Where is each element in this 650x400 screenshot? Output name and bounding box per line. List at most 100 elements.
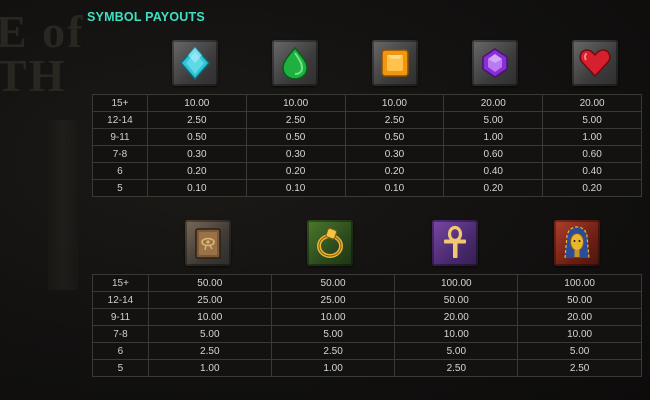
payout-cell: 1.00 bbox=[270, 359, 396, 377]
payout-cell: 0.50 bbox=[344, 128, 445, 146]
payout-table-artifacts: 15+ 50.00 50.00 100.00 100.00 12-14 25.0… bbox=[92, 274, 642, 377]
match-count-label: 7-8 bbox=[92, 325, 149, 343]
payout-cell: 50.00 bbox=[517, 291, 642, 309]
payout-cell: 0.60 bbox=[443, 145, 544, 163]
payout-cell: 5.00 bbox=[517, 342, 642, 360]
symbol-cell bbox=[172, 40, 220, 88]
symbol-cell bbox=[554, 220, 602, 268]
green-gem-icon bbox=[272, 40, 318, 86]
table-row: 5 0.10 0.10 0.10 0.20 0.20 bbox=[92, 179, 642, 197]
payout-cell: 0.10 bbox=[146, 179, 247, 197]
table-row: 7-8 0.30 0.30 0.30 0.60 0.60 bbox=[92, 145, 642, 163]
payout-cell: 10.00 bbox=[270, 308, 396, 326]
payout-cell: 2.50 bbox=[394, 359, 519, 377]
payout-cell: 2.50 bbox=[245, 111, 346, 129]
payout-cell: 0.50 bbox=[146, 128, 247, 146]
payout-cell: 2.50 bbox=[344, 111, 445, 129]
payout-cell: 0.50 bbox=[245, 128, 346, 146]
background-text-line: E of bbox=[0, 6, 85, 57]
match-count-label: 5 bbox=[92, 179, 148, 197]
match-count-label: 12-14 bbox=[92, 111, 148, 129]
match-count-label: 6 bbox=[92, 342, 149, 360]
purple-gem-icon bbox=[472, 40, 518, 86]
payout-cell: 0.30 bbox=[146, 145, 247, 163]
payout-cell: 1.00 bbox=[147, 359, 272, 377]
payout-cell: 10.00 bbox=[147, 308, 272, 326]
background-pillar bbox=[48, 120, 78, 290]
book-icon bbox=[185, 220, 231, 266]
table-row: 6 0.20 0.20 0.20 0.40 0.40 bbox=[92, 162, 642, 180]
symbol-cell bbox=[572, 40, 620, 88]
payout-table-gems: 15+ 10.00 10.00 10.00 20.00 20.00 12-14 … bbox=[92, 94, 642, 197]
symbol-cell bbox=[272, 40, 320, 88]
symbol-icons-row-1 bbox=[92, 40, 642, 88]
payout-cell: 5.00 bbox=[542, 111, 642, 129]
payout-cell: 0.30 bbox=[344, 145, 445, 163]
match-count-label: 12-14 bbox=[92, 291, 149, 309]
payout-cell: 0.20 bbox=[344, 162, 445, 180]
table-row: 9-11 0.50 0.50 0.50 1.00 1.00 bbox=[92, 128, 642, 146]
payout-cell: 20.00 bbox=[443, 94, 544, 112]
red-heart-gem-icon bbox=[572, 40, 618, 86]
match-count-label: 9-11 bbox=[92, 128, 148, 146]
payout-cell: 0.30 bbox=[245, 145, 346, 163]
payout-cell: 50.00 bbox=[394, 291, 519, 309]
payout-cell: 50.00 bbox=[147, 274, 272, 292]
table-row: 5 1.00 1.00 2.50 2.50 bbox=[92, 359, 642, 377]
match-count-label: 5 bbox=[92, 359, 149, 377]
symbol-cell bbox=[432, 220, 480, 268]
payout-cell: 10.00 bbox=[344, 94, 445, 112]
page-title: SYMBOL PAYOUTS bbox=[87, 10, 205, 24]
payout-cell: 25.00 bbox=[270, 291, 396, 309]
background-text-line: TH bbox=[0, 50, 67, 101]
payout-cell: 1.00 bbox=[443, 128, 544, 146]
symbol-icons-row-2 bbox=[92, 220, 642, 268]
symbol-cell bbox=[472, 40, 520, 88]
payout-cell: 25.00 bbox=[147, 291, 272, 309]
match-count-label: 15+ bbox=[92, 94, 148, 112]
payout-cell: 0.20 bbox=[542, 179, 642, 197]
symbol-cell bbox=[307, 220, 355, 268]
payout-cell: 100.00 bbox=[517, 274, 642, 292]
match-count-label: 15+ bbox=[92, 274, 149, 292]
table-row: 6 2.50 2.50 5.00 5.00 bbox=[92, 342, 642, 360]
payout-cell: 2.50 bbox=[517, 359, 642, 377]
payout-cell: 5.00 bbox=[394, 342, 519, 360]
payout-cell: 0.40 bbox=[542, 162, 642, 180]
payout-cell: 1.00 bbox=[542, 128, 642, 146]
payout-cell: 0.40 bbox=[443, 162, 544, 180]
ankh-icon bbox=[432, 220, 478, 266]
symbol-cell bbox=[185, 220, 233, 268]
match-count-label: 9-11 bbox=[92, 308, 149, 326]
ring-icon bbox=[307, 220, 353, 266]
table-row: 9-11 10.00 10.00 20.00 20.00 bbox=[92, 308, 642, 326]
background-title-fragment: E of TH bbox=[0, 6, 85, 101]
payout-cell: 20.00 bbox=[394, 308, 519, 326]
payout-cell: 10.00 bbox=[517, 325, 642, 343]
payout-cell: 0.60 bbox=[542, 145, 642, 163]
table-row: 12-14 2.50 2.50 2.50 5.00 5.00 bbox=[92, 111, 642, 129]
payout-cell: 50.00 bbox=[270, 274, 396, 292]
payout-cell: 10.00 bbox=[394, 325, 519, 343]
payout-cell: 2.50 bbox=[147, 342, 272, 360]
payout-cell: 10.00 bbox=[146, 94, 247, 112]
table-row: 12-14 25.00 25.00 50.00 50.00 bbox=[92, 291, 642, 309]
payout-cell: 2.50 bbox=[270, 342, 396, 360]
payout-cell: 0.10 bbox=[245, 179, 346, 197]
table-row: 7-8 5.00 5.00 10.00 10.00 bbox=[92, 325, 642, 343]
match-count-label: 6 bbox=[92, 162, 148, 180]
payout-cell: 0.20 bbox=[146, 162, 247, 180]
payout-cell: 5.00 bbox=[443, 111, 544, 129]
payout-cell: 0.10 bbox=[344, 179, 445, 197]
pharaoh-mask-icon bbox=[554, 220, 600, 266]
payout-cell: 5.00 bbox=[270, 325, 396, 343]
payout-cell: 20.00 bbox=[542, 94, 642, 112]
payout-cell: 0.20 bbox=[245, 162, 346, 180]
payout-cell: 10.00 bbox=[245, 94, 346, 112]
cyan-gem-icon bbox=[172, 40, 218, 86]
payout-cell: 20.00 bbox=[517, 308, 642, 326]
payout-cell: 2.50 bbox=[146, 111, 247, 129]
table-row: 15+ 10.00 10.00 10.00 20.00 20.00 bbox=[92, 94, 642, 112]
payout-cell: 5.00 bbox=[147, 325, 272, 343]
payout-cell: 0.20 bbox=[443, 179, 544, 197]
